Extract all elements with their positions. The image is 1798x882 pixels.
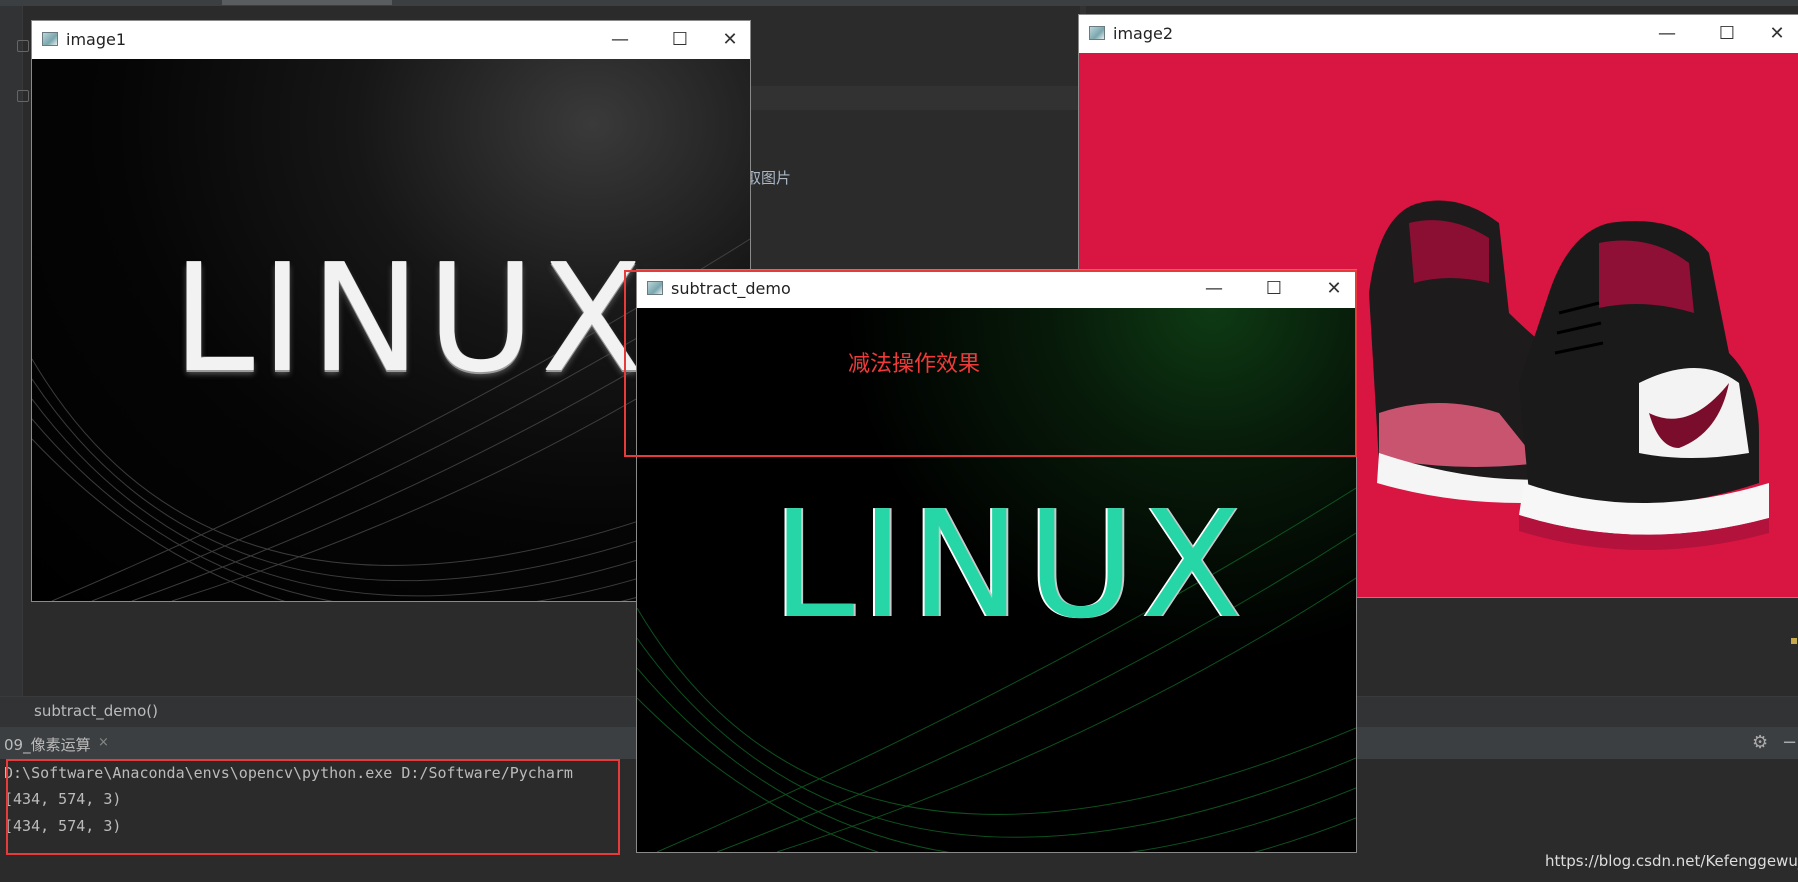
maximize-icon[interactable]: ☐ [1707,19,1747,49]
minimize-icon[interactable]: — [600,25,640,55]
breadcrumb[interactable]: subtract_demo() [34,702,158,720]
minimize-icon[interactable]: — [1647,19,1687,49]
annotation-highlight-box [624,270,1357,457]
warning-marker-icon[interactable] [1791,638,1797,644]
linux-text: LINUX [172,233,649,405]
window-app-icon [42,32,58,46]
editor-gutter [0,6,23,696]
window-app-icon [1089,26,1105,40]
run-tab-label[interactable]: 09_像素运算 [4,734,91,755]
window-titlebar[interactable]: image2 — ☐ ✕ [1079,15,1798,53]
scrollbar-thumb[interactable] [222,0,392,5]
bookmark-icon[interactable] [17,40,29,52]
fold-icon[interactable] [17,90,29,102]
maximize-icon[interactable]: ☐ [660,25,700,55]
watermark-url: https://blog.csdn.net/Kefenggewu_ [1545,852,1798,870]
minimize-panel-icon[interactable]: − [1782,732,1797,753]
close-icon[interactable]: ✕ [1757,19,1797,49]
close-icon[interactable]: × [98,735,109,750]
linux-text: LINUX [772,479,1249,651]
editor-code-text: 取图片 [746,169,792,187]
gear-icon[interactable]: ⚙ [1752,732,1768,753]
annotation-highlight-box [6,759,620,855]
window-title: image2 [1113,24,1174,43]
window-title: image1 [66,30,127,49]
close-icon[interactable]: ✕ [710,25,750,55]
window-titlebar[interactable]: image1 — ☐ ✕ [32,21,750,59]
annotation-caption: 减法操作效果 [848,352,981,377]
